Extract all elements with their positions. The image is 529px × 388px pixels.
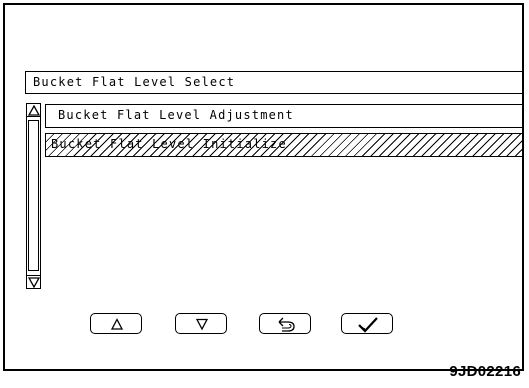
- menu-item-label: Bucket Flat Level Adjustment: [58, 108, 294, 122]
- triangle-up-icon: [28, 105, 40, 116]
- up-button[interactable]: [90, 313, 142, 334]
- down-button[interactable]: [175, 313, 227, 334]
- screen-title: Bucket Flat Level Select: [25, 71, 523, 94]
- figure-code: 9JD02216: [449, 363, 521, 380]
- arrow-down-icon: [195, 318, 209, 331]
- menu-item-label: Bucket Flat Level Initialize: [51, 137, 287, 151]
- checkmark-icon: [358, 317, 378, 333]
- screen-title-text: Bucket Flat Level Select: [33, 75, 236, 89]
- return-button[interactable]: [259, 313, 311, 334]
- scroll-down-button[interactable]: [26, 275, 41, 289]
- triangle-down-icon: [28, 277, 40, 288]
- arrow-up-icon: [110, 318, 124, 330]
- scrollbar-thumb[interactable]: [28, 120, 39, 271]
- return-icon: [278, 317, 295, 332]
- scroll-up-button[interactable]: [26, 103, 41, 117]
- menu-item-flat-level-initialize[interactable]: Bucket Flat Level Initialize: [45, 133, 523, 157]
- confirm-button[interactable]: [341, 313, 393, 334]
- menu-item-flat-level-adjustment[interactable]: Bucket Flat Level Adjustment: [45, 104, 523, 128]
